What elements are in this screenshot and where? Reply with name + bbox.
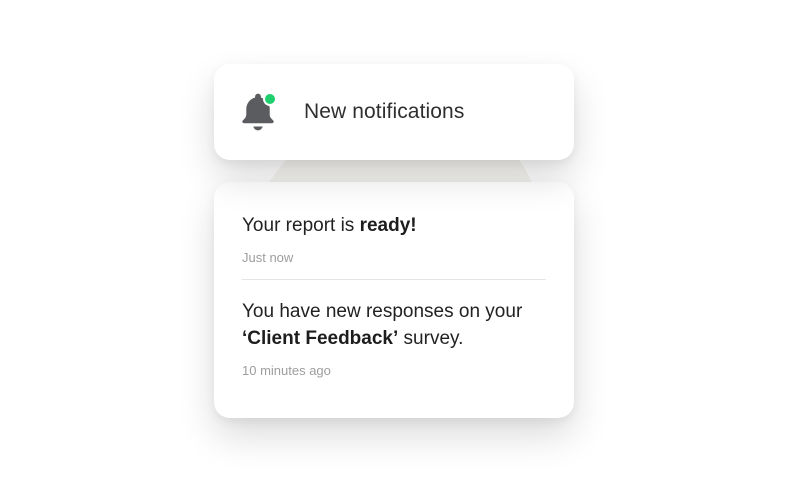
notification-text: You have new responses on your ‘Client F… [242, 298, 546, 353]
notifications-list-card: Your report is ready! Just now You have … [214, 182, 574, 418]
notification-badge-dot [263, 92, 277, 106]
notification-text-pre: You have new responses on your [242, 301, 522, 322]
notification-text: Your report is ready! [242, 212, 546, 240]
notification-text-post: survey. [398, 328, 463, 349]
notification-item[interactable]: Your report is ready! Just now [242, 208, 546, 279]
notification-item[interactable]: You have new responses on your ‘Client F… [242, 279, 546, 392]
notification-text-pre: Your report is [242, 215, 360, 236]
notifications-header-card[interactable]: New notifications [214, 64, 574, 160]
notifications-header-title: New notifications [304, 100, 464, 124]
notification-widget: New notifications Your report is ready! … [0, 0, 788, 504]
notification-text-bold: ready! [360, 215, 417, 236]
notification-time: Just now [242, 250, 546, 265]
notification-time: 10 minutes ago [242, 363, 546, 378]
notification-text-bold: ‘Client Feedback’ [242, 328, 398, 349]
bell-icon [236, 90, 280, 134]
